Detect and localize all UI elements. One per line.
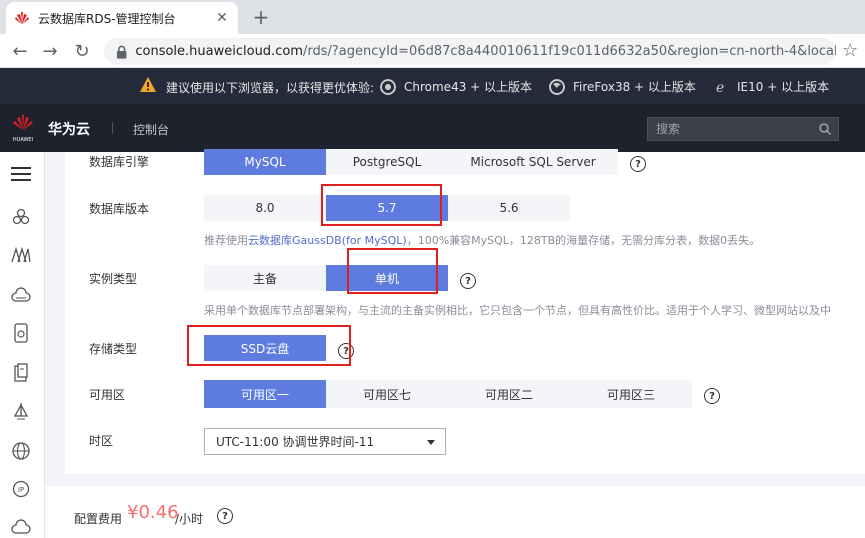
version-hint-suffix: ，100%兼容MySQL，128TB的海量存储，无需分库分表，数据0丢失。 — [406, 234, 761, 247]
main-content: 数据库引擎 MySQL PostgreSQL Microsoft SQL Ser… — [45, 149, 865, 538]
network-icon[interactable] — [10, 244, 32, 266]
browser-tab[interactable]: 云数据库RDS-管理控制台 ✕ — [6, 2, 238, 34]
cloud-service-icon[interactable] — [10, 516, 32, 538]
search-input[interactable] — [656, 122, 816, 136]
advisory-text: 建议使用以下浏览器，以获得更优体验: — [166, 81, 375, 95]
version-hint: 推荐使用云数据库GaussDB(for MySQL)，100%兼容MySQL，1… — [204, 232, 760, 248]
highlight-instance-type — [347, 248, 438, 294]
storage-icon[interactable] — [10, 362, 32, 384]
browser-tabstrip: 云数据库RDS-管理控制台 ✕ + — [0, 0, 865, 34]
az-option-1[interactable]: 可用区一 — [204, 380, 326, 408]
url-host: console.huaweicloud.com — [135, 44, 303, 59]
globe-icon[interactable] — [10, 440, 32, 462]
engine-option-mysql[interactable]: MySQL — [204, 149, 326, 175]
monitor-icon[interactable] — [10, 400, 32, 422]
ip-icon[interactable]: IP — [10, 478, 32, 500]
instance-option-ha[interactable]: 主备 — [204, 265, 326, 291]
instance-type-label: 实例类型 — [89, 272, 138, 286]
advisory-chrome-label: Chrome43 + 以上版本 — [404, 80, 533, 94]
version-option-5-6[interactable]: 5.6 — [448, 195, 570, 221]
az-option-7[interactable]: 可用区七 — [326, 380, 448, 408]
firefox-icon — [549, 78, 565, 95]
az-selector: 可用区一 可用区七 可用区二 可用区三 — [204, 380, 692, 408]
az-label: 可用区 — [89, 388, 126, 402]
fee-label: 配置费用 — [74, 512, 123, 526]
advisory-firefox: FireFox38 + 以上版本 — [549, 78, 696, 95]
engine-label: 数据库引擎 — [89, 155, 150, 169]
config-panel: 数据库引擎 MySQL PostgreSQL Microsoft SQL Ser… — [65, 149, 865, 474]
console-header: HUAWEI 华为云 控制台 — [0, 104, 865, 152]
browser-toolbar: ← → ↻ console.huaweicloud.com/rds/?agenc… — [0, 34, 865, 68]
brand-name[interactable]: 华为云 — [48, 119, 90, 139]
huawei-logo-icon: HUAWEI — [13, 115, 33, 143]
az-option-2[interactable]: 可用区二 — [448, 380, 570, 408]
search-box[interactable] — [647, 117, 839, 141]
search-icon[interactable] — [818, 122, 832, 136]
reload-icon[interactable]: ↻ — [70, 39, 94, 63]
ie-icon: e — [716, 80, 724, 95]
instance-type-hint: 采用单个数据库节点部署架构，与主流的主备实例相比，它只包含一个节点，但具有高性价… — [204, 304, 831, 317]
version-label: 数据库版本 — [89, 202, 150, 216]
highlight-version — [321, 184, 442, 226]
left-sidebar: IP — [0, 152, 45, 538]
tab-close-icon[interactable]: ✕ — [214, 10, 230, 26]
warning-icon — [140, 77, 156, 92]
url-path: /rds/?agencyId=06d87c8a440010611f19c011d… — [302, 44, 836, 59]
cluster-icon[interactable] — [10, 206, 32, 228]
svg-text:e: e — [716, 80, 724, 95]
menu-icon[interactable] — [10, 163, 32, 185]
advisory-firefox-label: FireFox38 + 以上版本 — [573, 80, 696, 94]
lock-icon — [116, 45, 127, 59]
storage-type-label: 存储类型 — [89, 342, 138, 356]
header-divider — [112, 122, 113, 134]
bookmark-star-icon[interactable]: ☆ — [842, 40, 858, 61]
cloud-icon[interactable] — [10, 284, 32, 306]
chrome-icon — [380, 78, 396, 95]
az-option-3[interactable]: 可用区三 — [570, 380, 692, 408]
address-bar[interactable]: console.huaweicloud.com/rds/?agencyId=06… — [104, 38, 836, 65]
engine-selector: MySQL PostgreSQL Microsoft SQL Server — [204, 149, 618, 175]
chevron-down-icon — [427, 440, 435, 445]
new-tab-button[interactable]: + — [250, 5, 272, 29]
version-hint-prefix: 推荐使用 — [204, 234, 248, 247]
database-icon[interactable] — [10, 322, 32, 344]
fee-unit: /小时 — [175, 512, 204, 526]
engine-option-sqlserver[interactable]: Microsoft SQL Server — [448, 149, 618, 175]
url-text: console.huaweicloud.com/rds/?agencyId=06… — [135, 44, 836, 59]
timezone-value: UTC-11:00 协调世界时间-11 — [216, 435, 375, 449]
advisory-ie: e IE10 + 以上版本 — [713, 78, 829, 95]
version-option-8-0[interactable]: 8.0 — [204, 195, 326, 221]
timezone-label: 时区 — [89, 434, 114, 448]
engine-option-postgresql[interactable]: PostgreSQL — [326, 149, 448, 175]
fee-price: ¥0.46 — [127, 502, 179, 523]
gaussdb-link[interactable]: 云数据库GaussDB(for MySQL) — [248, 234, 407, 247]
back-icon[interactable]: ← — [8, 39, 32, 63]
forward-icon[interactable]: → — [38, 39, 62, 63]
highlight-storage-type — [187, 325, 351, 366]
huawei-favicon-icon — [15, 12, 29, 24]
logo-text: HUAWEI — [13, 137, 33, 143]
advisory-chrome: Chrome43 + 以上版本 — [380, 78, 532, 95]
price-footer: 配置费用 ¥0.46 /小时 ? — [45, 486, 865, 538]
timezone-select[interactable]: UTC-11:00 协调世界时间-11 — [204, 428, 446, 455]
fee-help-icon[interactable]: ? — [217, 508, 233, 524]
advisory-ie-label: IE10 + 以上版本 — [737, 80, 830, 94]
console-link[interactable]: 控制台 — [133, 121, 169, 138]
engine-help-icon[interactable]: ? — [630, 156, 646, 172]
instance-type-help-icon[interactable]: ? — [460, 273, 476, 289]
svg-text:IP: IP — [18, 486, 24, 494]
tab-title: 云数据库RDS-管理控制台 — [38, 11, 176, 26]
browser-advisory-bar: 建议使用以下浏览器，以获得更优体验: Chrome43 + 以上版本 FireF… — [0, 68, 865, 104]
az-help-icon[interactable]: ? — [704, 388, 720, 404]
